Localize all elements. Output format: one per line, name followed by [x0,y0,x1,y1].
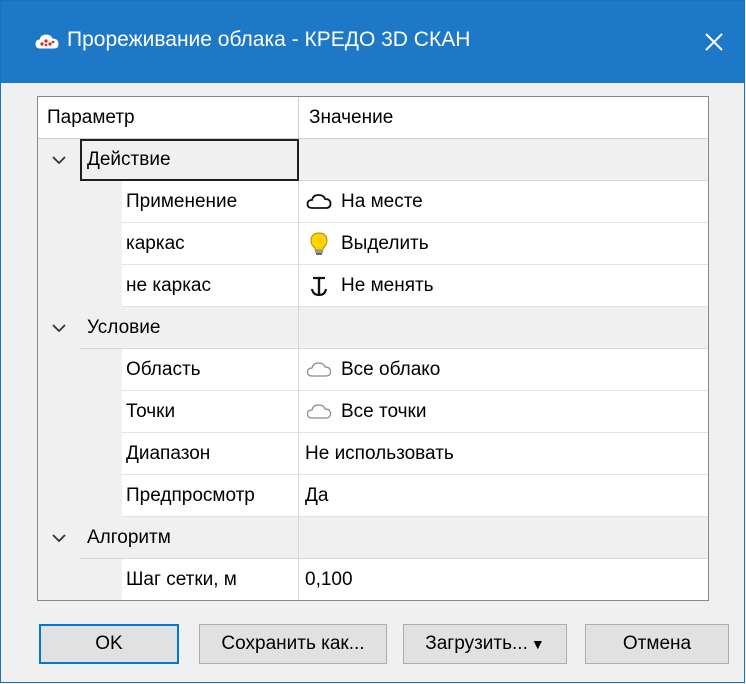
property-value[interactable]: Все облако [299,349,708,391]
property-value[interactable]: Да [299,475,708,517]
load-button[interactable]: Загрузить... ▼ [403,624,567,664]
cloud-light-icon [301,357,337,383]
chevron-down-icon[interactable] [38,517,80,559]
property-value-text: Да [305,484,329,506]
close-icon [705,33,723,51]
property-value[interactable]: 0,100 [299,559,708,600]
property-value-text: 0,100 [305,568,353,590]
property-value-text: Не менять [341,274,434,296]
property-row[interactable]: Диапазон Не использовать [38,433,708,475]
column-header-parameter[interactable]: Параметр [38,97,299,139]
category-value-empty [299,517,708,559]
property-name[interactable]: Шаг сетки, м [122,559,299,600]
property-row[interactable]: не каркас Не менять [38,265,708,307]
chevron-down-icon[interactable] [38,139,80,181]
property-value-text: Все точки [341,400,427,422]
row-indent [38,391,122,433]
row-indent [38,349,122,391]
property-name[interactable]: Точки [122,391,299,433]
anchor-icon [301,273,337,299]
property-value[interactable]: Все точки [299,391,708,433]
property-name[interactable]: Предпросмотр [122,475,299,517]
row-indent [38,265,122,307]
property-name[interactable]: каркас [122,223,299,265]
title-bar[interactable]: Прореживание облака - КРЕДО 3D СКАН [1,1,744,83]
cloud-light-icon [301,399,337,425]
save-as-button[interactable]: Сохранить как... [199,624,387,664]
column-header-value[interactable]: Значение [299,97,708,139]
property-value-text: Не использовать [305,442,454,464]
lightbulb-icon [301,231,337,257]
property-row[interactable]: Предпросмотр Да [38,475,708,517]
property-name[interactable]: Применение [122,181,299,223]
app-cloud-icon [35,32,59,52]
cloud-outline-icon [301,189,337,215]
row-indent [38,475,122,517]
category-row-algorithm[interactable]: Алгоритм [38,517,708,559]
chevron-down-icon[interactable] [38,307,80,349]
category-row-action[interactable]: Действие [38,139,708,181]
close-button[interactable] [684,1,744,83]
category-label[interactable]: Действие [80,139,299,181]
property-value[interactable]: Выделить [299,223,708,265]
property-grid[interactable]: Параметр Значение Действие Применение На… [37,96,709,601]
category-label[interactable]: Алгоритм [80,517,299,559]
category-row-condition[interactable]: Условие [38,307,708,349]
property-value-text: Выделить [341,232,429,254]
property-value-text: На месте [341,190,423,212]
property-row[interactable]: Шаг сетки, м 0,100 [38,559,708,600]
property-row[interactable]: Область Все облако [38,349,708,391]
category-label[interactable]: Условие [80,307,299,349]
category-value-empty [299,139,708,181]
dropdown-arrow-icon: ▼ [530,636,545,652]
property-name[interactable]: не каркас [122,265,299,307]
category-value-empty [299,307,708,349]
row-indent [38,433,122,475]
row-indent [38,223,122,265]
property-name[interactable]: Область [122,349,299,391]
ok-button[interactable]: OK [39,624,179,664]
load-button-label: Загрузить... [425,633,528,654]
row-indent [38,559,122,600]
dialog-window: Прореживание облака - КРЕДО 3D СКАН Пара… [0,0,745,683]
row-indent [38,181,122,223]
property-name[interactable]: Диапазон [122,433,299,475]
property-row[interactable]: каркас Выделить [38,223,708,265]
property-row[interactable]: Точки Все точки [38,391,708,433]
property-value-text: Все облако [341,358,441,380]
cancel-button[interactable]: Отмена [585,624,729,664]
property-value[interactable]: Не использовать [299,433,708,475]
property-value[interactable]: Не менять [299,265,708,307]
window-title: Прореживание облака - КРЕДО 3D СКАН [67,28,471,51]
property-row[interactable]: Применение На месте [38,181,708,223]
grid-header-row: Параметр Значение [38,97,708,139]
property-value[interactable]: На месте [299,181,708,223]
